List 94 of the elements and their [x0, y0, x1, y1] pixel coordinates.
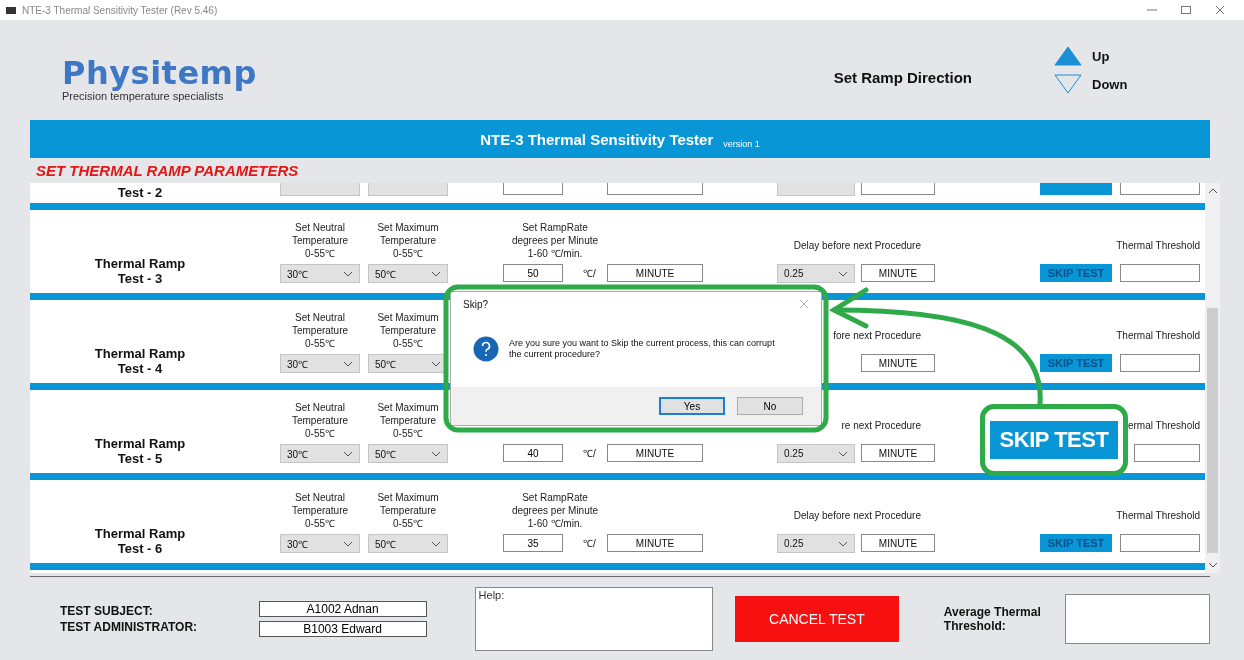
scrollbar-thumb[interactable] — [1207, 308, 1218, 553]
direction-option[interactable]: Down — [1054, 74, 1128, 94]
column-label: Thermal Threshold — [1115, 238, 1200, 252]
chevron-icon — [431, 270, 441, 277]
column-label: Set RampRate degrees per Minute 1-60 ℃/min. — [510, 491, 600, 530]
chevron-icon — [343, 360, 353, 367]
column-label: Set Maximum Temperature 0-55℃ — [376, 221, 440, 260]
chevron-icon — [431, 450, 441, 457]
maximize-icon[interactable] — [1180, 5, 1192, 15]
logo: Physitemp — [62, 56, 258, 90]
delay-dropdown[interactable]: 0.25 — [777, 264, 855, 283]
column-label: Set RampRate degrees per Minute 1-60 ℃/min. — [510, 221, 600, 260]
dialog-message: Are you sure you want to Skip the current process, this can corrupt the current procedure? — [509, 338, 776, 360]
scroll-down-icon[interactable] — [1207, 561, 1218, 569]
column-label: Set Neutral Temperature 0-55℃ — [290, 491, 350, 530]
direction-option[interactable]: Up — [1054, 46, 1128, 66]
column-label: Set Neutral Temperature 0-55℃ — [290, 311, 350, 350]
down-triangle-icon — [1054, 74, 1082, 94]
threshold-field[interactable] — [1134, 444, 1200, 462]
column-label: Set Maximum Temperature 0-55℃ — [376, 491, 440, 530]
unit-box: MINUTE — [861, 354, 935, 372]
chevron-icon — [431, 540, 441, 547]
unit-label: ℃/ — [582, 267, 597, 280]
scrollbar[interactable] — [1205, 183, 1220, 573]
unit-box: MINUTE — [607, 534, 703, 552]
up-triangle-icon — [1054, 46, 1082, 66]
rate-field[interactable]: 40 — [503, 444, 563, 462]
test-title: Thermal Ramp Test - 6 — [93, 526, 187, 556]
unit-label: ℃/ — [582, 537, 597, 550]
window-title: NTE-3 Thermal Sensitivity Tester (Rev 5.46) — [22, 4, 218, 16]
column-label: Set Maximum Temperature 0-55℃ — [376, 311, 440, 350]
dialog-button[interactable]: No — [737, 397, 803, 415]
column-label: Set Maximum Temperature 0-55℃ — [376, 401, 440, 440]
column-label-text: fore next Procedure — [833, 329, 921, 341]
column-label: Set Neutral Temperature 0-55℃ — [290, 221, 350, 260]
chevron-icon — [838, 540, 848, 547]
ramp-direction-label: Set Ramp Direction — [832, 67, 972, 86]
temperature-dropdown[interactable]: 30℃ — [280, 264, 360, 283]
help-box[interactable]: Help: — [474, 586, 713, 651]
unit-box: MINUTE — [607, 264, 703, 282]
column-label-text: Delay before next Procedure — [793, 239, 921, 251]
dialog-button[interactable]: Yes — [659, 397, 725, 415]
field-label: TEST ADMINISTRATOR: — [60, 619, 199, 634]
subject-field[interactable]: A1002 Adnan — [258, 600, 427, 617]
cancel-test-button[interactable]: CANCEL TEST — [734, 595, 899, 642]
chevron-icon — [838, 270, 848, 277]
field-label: Average Thermal Threshold: — [943, 604, 1042, 633]
temperature-dropdown[interactable]: 50℃ — [368, 534, 448, 553]
question-icon — [473, 336, 499, 362]
column-label: ermal Threshold — [1126, 418, 1200, 432]
chevron-icon — [343, 270, 353, 277]
banner-title: NTE-3 Thermal Sensitivity Tester — [480, 130, 714, 148]
section-title: SET THERMAL RAMP PARAMETERS — [35, 161, 300, 181]
scroll-up-icon[interactable] — [1207, 187, 1218, 195]
test-title: Thermal Ramp Test - 4 — [93, 346, 187, 376]
field-label: TEST SUBJECT: — [60, 603, 154, 618]
version-label: version 1 — [723, 138, 760, 149]
threshold-field[interactable] — [1120, 534, 1200, 552]
delay-dropdown[interactable]: 0.25 — [777, 534, 855, 553]
column-label: Thermal Threshold — [1115, 508, 1200, 522]
unit-box: MINUTE — [607, 444, 703, 462]
close-icon[interactable] — [799, 299, 809, 309]
temperature-dropdown[interactable]: 50℃ — [368, 444, 448, 463]
column-label: Thermal Threshold — [1115, 328, 1200, 342]
unit-box: MINUTE — [861, 534, 935, 552]
unit-label: ℃/ — [582, 447, 597, 460]
enlarged-skip-test-label: SKIP TEST — [989, 421, 1119, 459]
rate-field[interactable]: 35 — [503, 534, 563, 552]
column-label-text: Delay before next Procedure — [793, 509, 921, 521]
chevron-icon — [343, 450, 353, 457]
app-icon — [6, 6, 16, 14]
chevron-icon — [838, 450, 848, 457]
column-label-text: re next Procedure — [841, 419, 921, 431]
rate-field[interactable]: 50 — [503, 264, 563, 282]
test-title: Test - 2 — [116, 184, 164, 197]
unit-box: MINUTE — [861, 444, 935, 462]
test-title: Thermal Ramp Test - 3 — [93, 256, 187, 286]
chevron-icon — [431, 360, 441, 367]
close-icon[interactable] — [1214, 5, 1226, 15]
delay-dropdown[interactable]: 0.25 — [777, 444, 855, 463]
logo-tagline: Precision temperature specialists — [62, 90, 224, 102]
threshold-field[interactable] — [1120, 264, 1200, 282]
column-label: Set Neutral Temperature 0-55℃ — [290, 401, 350, 440]
temperature-dropdown[interactable]: 30℃ — [280, 354, 360, 373]
test-title: Thermal Ramp Test - 5 — [93, 436, 187, 466]
dialog-title: Skip? — [463, 299, 488, 310]
temperature-dropdown[interactable]: 30℃ — [280, 534, 360, 553]
average-threshold-field[interactable] — [1065, 593, 1210, 644]
administrator-field[interactable]: B1003 Edward — [258, 620, 427, 637]
threshold-field[interactable] — [1120, 354, 1200, 372]
chevron-icon — [343, 540, 353, 547]
temperature-dropdown[interactable]: 50℃ — [368, 264, 448, 283]
temperature-dropdown[interactable]: 30℃ — [280, 444, 360, 463]
unit-box: MINUTE — [861, 264, 935, 282]
